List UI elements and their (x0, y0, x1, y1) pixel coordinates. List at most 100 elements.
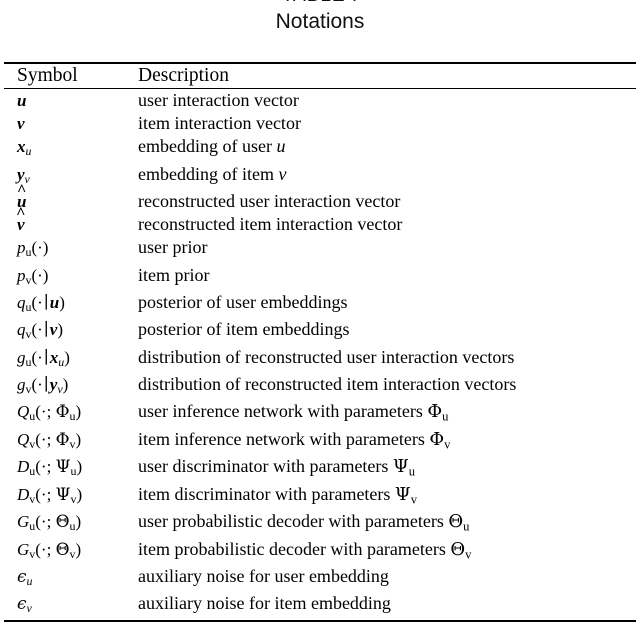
math-sub-v: v (410, 491, 418, 506)
desc-text: item inference network with parameters (138, 428, 430, 449)
table-row: xu embedding of user u (4, 135, 636, 162)
math-Q: Q (17, 429, 30, 449)
description-x-u: embedding of user u (136, 135, 636, 162)
description-Q-u: user inference network with parameters Φ… (136, 400, 636, 427)
symbol-D-v: Dv(·; Ψv) (4, 483, 136, 510)
math-sub-u: u (408, 464, 416, 479)
desc-text: item probabilistic decoder with paramete… (138, 538, 451, 559)
table-page: TABLE I Notations Symbol Description u u… (0, 0, 640, 622)
table-title: Notations (275, 10, 365, 33)
math-Phi: Φ (429, 428, 445, 450)
math-x: x (17, 137, 26, 157)
description-p-v: item prior (138, 264, 210, 285)
paren-close: ) (76, 457, 83, 477)
symbol-q-v: qv(·∣v) (4, 318, 136, 345)
description-D-u: user discriminator with parameters Ψu (136, 455, 636, 482)
semicolon: ; (46, 484, 52, 504)
math-G: G (17, 539, 30, 559)
math-p: p (17, 238, 26, 258)
paren-close: ) (64, 347, 70, 367)
table-row: Dv(·; Ψv) item discriminator with parame… (4, 483, 636, 510)
paren-close: ) (76, 484, 83, 504)
description-u: user interaction vector (138, 90, 299, 110)
math-Psi: Ψ (55, 484, 71, 505)
conditional-bar-icon: ∣ (43, 374, 49, 394)
math-g: g (17, 374, 26, 394)
math-v: v (17, 114, 25, 134)
math-x: x (49, 347, 59, 367)
hat-group: ^ v (16, 205, 25, 236)
math-v-inline: v (278, 163, 287, 184)
math-sub-v: v (26, 601, 32, 616)
math-Theta: Θ (55, 539, 70, 560)
semicolon: ; (46, 512, 52, 532)
symbol-D-u: Du(·; Ψu) (4, 455, 136, 482)
semicolon: ; (46, 402, 52, 422)
table-row: ^ v reconstructed item interaction vector (4, 205, 636, 236)
math-u-inline: u (276, 136, 286, 157)
paren-close: ) (75, 512, 82, 532)
math-epsilon: ϵ (17, 594, 27, 615)
symbol-epsilon-u: ϵu (4, 565, 136, 592)
center-dot-icon: · (37, 374, 43, 394)
description-G-v: item probabilistic decoder with paramete… (136, 538, 636, 565)
math-Psi: Ψ (394, 483, 411, 505)
table-row: gv(·∣yv) distribution of reconstructed i… (4, 373, 636, 400)
math-Theta: Θ (55, 512, 70, 533)
math-Theta: Θ (448, 511, 464, 533)
description-D-v: item discriminator with parameters Ψv (136, 483, 636, 510)
symbol-Q-v: Qv(·; Φv) (4, 428, 136, 455)
center-dot-icon: · (37, 320, 43, 340)
symbol-p-v: pv(·) (4, 264, 136, 291)
description-Q-v: item inference network with parameters Φ… (136, 428, 636, 455)
conditional-bar-icon: ∣ (43, 293, 49, 312)
table-row: Du(·; Ψu) user discriminator with parame… (4, 455, 636, 482)
desc-text: embedding of item (138, 163, 279, 184)
math-g: g (17, 347, 26, 367)
conditional-bar-icon: ∣ (43, 347, 49, 367)
math-G: G (17, 512, 30, 532)
paren-close: ) (59, 293, 65, 312)
symbol-g-u: gu(·∣xu) (4, 346, 136, 373)
desc-text: embedding of user (138, 136, 277, 157)
math-sub-v: v (444, 436, 451, 451)
column-header-description: Description (138, 65, 229, 86)
semicolon: ; (46, 539, 52, 559)
math-sub-u: u (25, 144, 32, 159)
conditional-bar-icon: ∣ (43, 320, 49, 340)
paren-close: ) (75, 539, 82, 559)
symbol-x-u: xu (4, 135, 136, 162)
symbol-v-hat: ^ v (4, 205, 136, 236)
math-Q: Q (17, 402, 30, 422)
desc-text: user inference network with parameters (138, 401, 428, 422)
math-sub-u: u (442, 409, 449, 424)
description-G-u: user probabilistic decoder with paramete… (136, 510, 636, 537)
math-Psi: Ψ (55, 457, 71, 478)
math-D: D (17, 484, 30, 504)
table-row: v item interaction vector (4, 112, 636, 135)
symbol-Q-u: Qu(·; Φu) (4, 400, 136, 427)
symbol-G-u: Gu(·; Θu) (4, 510, 136, 537)
paren-close: ) (42, 265, 49, 285)
table-header-row: Symbol Description (4, 64, 636, 88)
notations-table: Symbol Description u user interaction ve… (4, 62, 636, 622)
description-q-v: posterior of item embeddings (138, 319, 350, 340)
semicolon: ; (46, 429, 52, 449)
symbol-G-v: Gv(·; Θv) (4, 538, 136, 565)
description-q-u: posterior of user embeddings (138, 292, 348, 312)
description-y-v: embedding of item v (136, 163, 636, 190)
math-u: u (17, 91, 27, 110)
table-row: ϵv auxiliary noise for item embedding (4, 592, 636, 619)
math-D: D (17, 457, 30, 477)
math-sub-v: v (465, 546, 472, 561)
desc-text: item discriminator with parameters (138, 483, 395, 504)
paren-close: ) (75, 402, 82, 422)
table-row: pv(·) item prior (4, 264, 636, 291)
table-row: Gv(·; Θv) item probabilistic decoder wit… (4, 538, 636, 565)
desc-text: user probabilistic decoder with paramete… (138, 511, 449, 532)
description-v-hat: reconstructed item interaction vector (138, 214, 403, 235)
table-row: pu(·) user prior (4, 236, 636, 263)
math-Phi: Φ (55, 429, 70, 450)
paren-close: ) (75, 429, 82, 449)
math-Phi: Φ (55, 402, 70, 423)
